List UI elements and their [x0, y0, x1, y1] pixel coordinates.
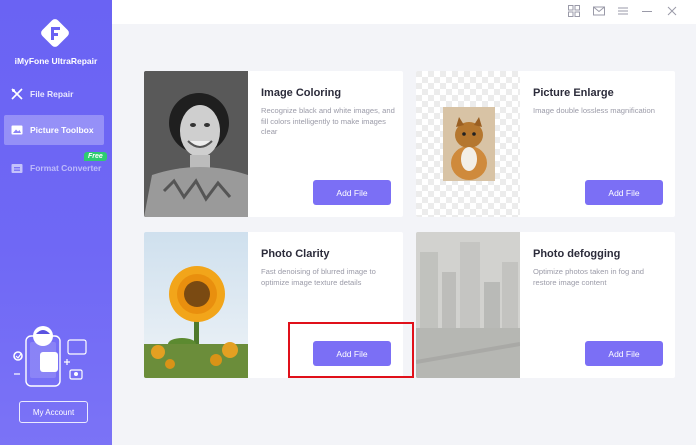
card-image-coloring: Image Coloring Recognize black and white…	[144, 71, 403, 217]
card-title: Photo Clarity	[261, 248, 330, 260]
add-file-button[interactable]: Add File	[313, 180, 391, 205]
sidebar: iMyFone UltraRepair File Repair Picture …	[0, 0, 112, 445]
card-description: Recognize black and white images, and fi…	[261, 106, 395, 136]
repair-tools-icon	[10, 87, 24, 101]
image-icon	[10, 123, 24, 137]
grid-icon[interactable]	[567, 4, 581, 18]
card-picture-enlarge: Picture Enlarge Image double lossless ma…	[416, 71, 675, 217]
sidebar-item-file-repair[interactable]: File Repair	[4, 79, 104, 109]
app-name: iMyFone UltraRepair	[14, 56, 98, 66]
card-photo-clarity: Photo Clarity Fast denoising of blurred …	[144, 232, 403, 378]
card-title: Photo defogging	[533, 248, 621, 260]
card-photo-defogging: Photo defogging Optimize photos taken in…	[416, 232, 675, 378]
sidebar-item-label: File Repair	[30, 89, 74, 99]
mail-icon[interactable]	[592, 4, 606, 18]
sidebar-item-picture-toolbox[interactable]: Picture Toolbox	[4, 115, 104, 145]
close-icon[interactable]	[665, 4, 679, 18]
card-title: Picture Enlarge	[533, 87, 614, 99]
sidebar-item-label: Format Converter	[30, 163, 102, 173]
image-coloring-thumbnail	[144, 71, 248, 217]
menu-icon[interactable]	[616, 4, 630, 18]
add-file-button[interactable]: Add File	[313, 341, 391, 366]
convert-icon	[10, 161, 24, 175]
minimize-icon[interactable]	[640, 4, 654, 18]
support-illustration	[10, 322, 98, 394]
card-description: Optimize photos taken in fog and restore…	[533, 267, 645, 287]
card-title: Image Coloring	[261, 87, 342, 99]
title-bar	[112, 0, 696, 24]
sidebar-item-label: Picture Toolbox	[30, 125, 94, 135]
free-badge: Free	[84, 152, 107, 161]
photo-defogging-thumbnail	[416, 232, 521, 378]
my-account-button[interactable]: My Account	[19, 401, 88, 423]
add-file-button[interactable]: Add File	[585, 341, 663, 366]
picture-enlarge-thumbnail	[416, 71, 520, 217]
app-logo-icon	[36, 14, 74, 52]
card-description: Fast denoising of blurred image to optim…	[261, 267, 376, 287]
card-description: Image double lossless magnification	[533, 106, 655, 115]
photo-clarity-thumbnail	[144, 232, 248, 378]
add-file-button[interactable]: Add File	[585, 180, 663, 205]
